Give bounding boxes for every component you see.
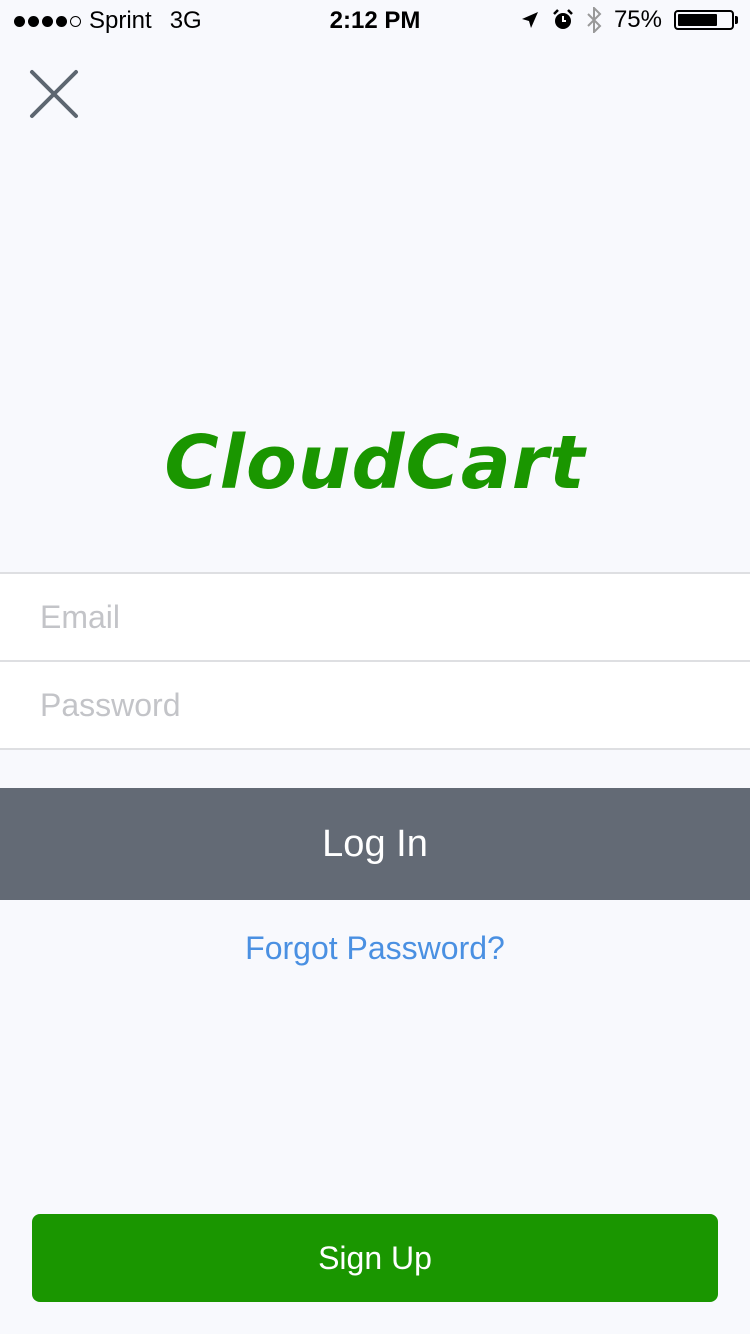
- app-logo: CloudCart: [164, 420, 586, 506]
- close-icon[interactable]: [28, 68, 80, 120]
- email-field[interactable]: [0, 574, 750, 660]
- alarm-icon: [553, 9, 573, 29]
- login-form: [0, 572, 750, 750]
- battery-percent: 75%: [613, 6, 662, 33]
- location-arrow-icon: [521, 12, 538, 28]
- bluetooth-icon: [587, 7, 602, 33]
- password-field[interactable]: [0, 662, 750, 748]
- status-right: 75%: [520, 6, 738, 34]
- signup-button[interactable]: Sign Up: [32, 1214, 718, 1302]
- close-button[interactable]: [28, 68, 80, 120]
- status-bar: Sprint 3G 2:12 PM 75%: [0, 0, 750, 40]
- battery-icon: [674, 10, 738, 30]
- login-button[interactable]: Log In: [0, 788, 750, 900]
- forgot-password-link[interactable]: Forgot Password?: [0, 930, 750, 967]
